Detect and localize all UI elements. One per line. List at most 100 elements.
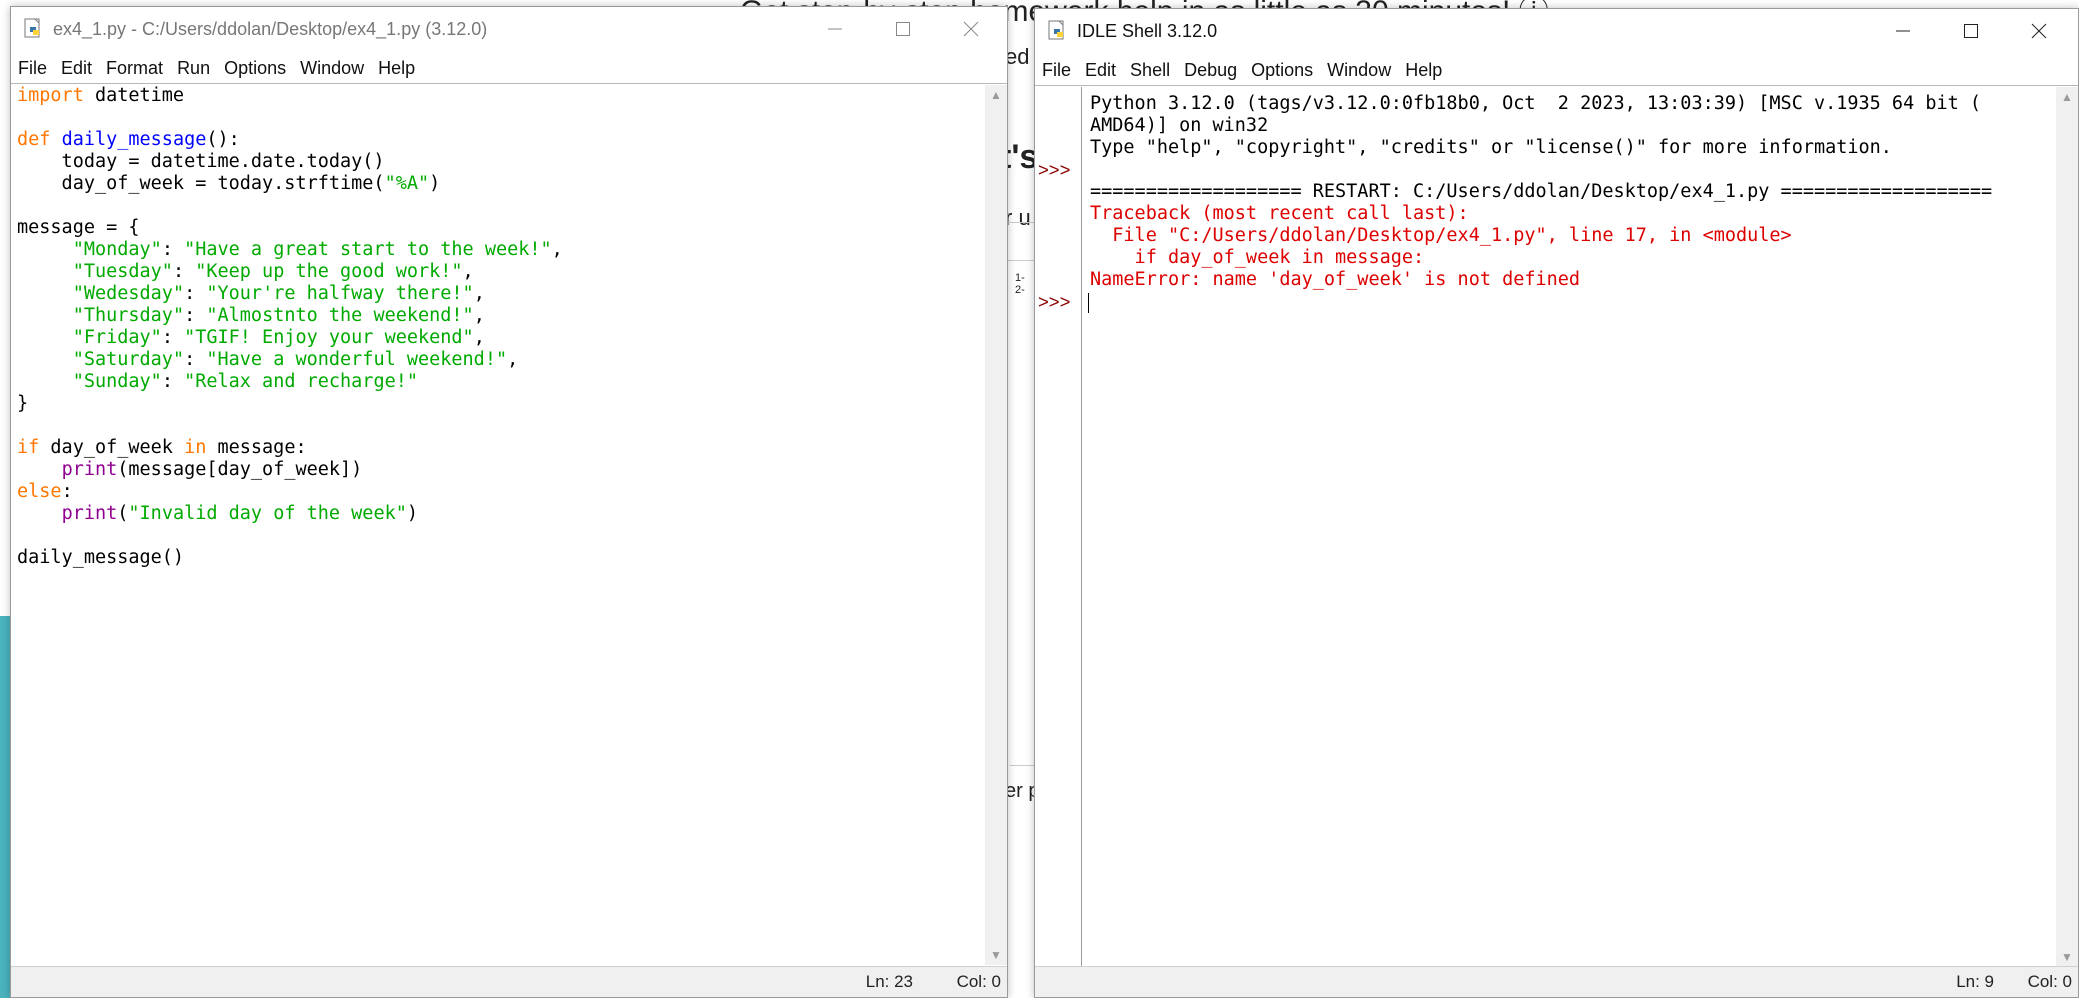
python-file-icon (23, 18, 45, 40)
code-token: : (161, 327, 185, 348)
code-token: message = { (17, 217, 140, 238)
editor-menubar: File Edit Format Run Options Window Help (11, 53, 1007, 83)
shell-window: IDLE Shell 3.12.0 File Edit Shell Debug Opti… (1034, 8, 2079, 998)
code-token: message: (206, 437, 307, 458)
code-token: in (184, 437, 207, 458)
code-token: "%A" (384, 173, 430, 194)
maximize-button[interactable] (1937, 9, 2005, 53)
code-token: : (161, 371, 185, 392)
scroll-down-icon[interactable]: ▼ (2056, 947, 2078, 967)
close-button[interactable] (2005, 9, 2073, 53)
code-token: else (17, 481, 62, 502)
code-token: "Wedesday" (72, 283, 185, 304)
close-icon (963, 21, 979, 37)
code-line: else: (17, 481, 73, 503)
code-token: , (507, 349, 519, 370)
menubar-divider (11, 83, 1007, 84)
code-line: "Tuesday": "Keep up the good work!", (17, 261, 474, 283)
code-token: , (473, 327, 485, 348)
menu-window[interactable]: Window (1320, 60, 1398, 81)
scroll-up-icon[interactable]: ▲ (985, 85, 1007, 105)
code-token: "Invalid day of the week" (128, 503, 407, 524)
column-number: Col: 0 (956, 972, 1001, 991)
close-button[interactable] (937, 7, 1005, 51)
editor-window-title: ex4_1.py - C:/Users/ddolan/Desktop/ex4_1… (53, 18, 488, 39)
background-fragment: 1- 2- (1015, 272, 1025, 296)
code-token: (): (206, 129, 240, 150)
menu-options[interactable]: Options (1244, 60, 1320, 81)
code-token: , (473, 283, 485, 304)
shell-output[interactable]: Python 3.12.0 (tags/v3.12.0:0fb18b0, Oct… (1086, 87, 2052, 963)
shell-statusbar: Ln: 9 Col: 0 (1035, 966, 2078, 997)
code-token: "TGIF! Enjoy your weekend" (184, 327, 474, 348)
minimize-button[interactable] (801, 7, 869, 51)
code-line: daily_message() (17, 547, 184, 569)
shell-prompt: >>> (1038, 291, 1071, 312)
code-token: : (184, 305, 207, 326)
menu-options[interactable]: Options (217, 58, 293, 79)
menu-shell[interactable]: Shell (1123, 60, 1177, 81)
code-token: ) (406, 503, 418, 524)
menu-debug[interactable]: Debug (1177, 60, 1244, 81)
code-line: "Saturday": "Have a wonderful weekend!", (17, 349, 519, 371)
text-cursor (1088, 293, 1089, 313)
error-line: NameError: name 'day_of_week' is not def… (1090, 269, 1581, 290)
code-token: "Your're halfway there!" (206, 283, 474, 304)
shell-menubar: File Edit Shell Debug Options Window Help (1035, 55, 2078, 85)
code-token: : (184, 283, 207, 304)
line-number: Ln: 9 (1956, 972, 1994, 991)
code-token: (message[day_of_week]) (117, 459, 363, 480)
editor-statusbar: Ln: 23 Col: 0 (11, 966, 1007, 997)
close-icon (2031, 23, 2047, 39)
error-line: File "C:/Users/ddolan/Desktop/ex4_1.py",… (1090, 225, 1792, 246)
minimize-button[interactable] (1869, 9, 1937, 53)
code-token: "Sunday" (72, 371, 162, 392)
scroll-up-icon[interactable]: ▲ (2056, 87, 2078, 107)
menu-help[interactable]: Help (1398, 60, 1449, 81)
menu-help[interactable]: Help (371, 58, 422, 79)
code-line: message = { (17, 217, 140, 239)
background-fragment: ed (1005, 44, 1030, 69)
code-token: "Saturday" (72, 349, 185, 370)
code-token: if (17, 437, 40, 458)
code-token: "Tuesday" (72, 261, 173, 282)
code-token: ) (429, 173, 441, 194)
code-line: "Thursday": "Almostnto the weekend!", (17, 305, 485, 327)
code-line: "Sunday": "Relax and recharge!" (17, 371, 418, 393)
output-line: =================== RESTART: C:/Users/dd… (1090, 181, 1993, 202)
code-line: print(message[day_of_week]) (17, 459, 363, 481)
code-token: datetime (83, 85, 185, 106)
code-line: import datetime (17, 85, 184, 107)
menu-file[interactable]: File (11, 58, 54, 79)
menu-run[interactable]: Run (170, 58, 217, 79)
shell-window-title: IDLE Shell 3.12.0 (1077, 20, 1218, 41)
menu-window[interactable]: Window (293, 58, 371, 79)
menu-edit[interactable]: Edit (54, 58, 99, 79)
scroll-down-icon[interactable]: ▼ (985, 945, 1007, 965)
menu-file[interactable]: File (1035, 60, 1078, 81)
code-token: "Monday" (72, 239, 162, 260)
code-token: "Have a great start to the week!" (184, 239, 552, 260)
menu-format[interactable]: Format (99, 58, 170, 79)
code-token: "Relax and recharge!" (184, 371, 418, 392)
code-token: def (17, 129, 51, 150)
maximize-button[interactable] (869, 7, 937, 51)
code-token: day_of_week (39, 437, 185, 458)
shell-scrollbar[interactable]: ▲ ▼ (2056, 87, 2078, 967)
code-token: daily_message (61, 129, 207, 150)
code-token: daily_message() (17, 547, 185, 568)
code-editor[interactable]: import datetime def daily_message(): toda… (17, 85, 977, 961)
output-line: Python 3.12.0 (tags/v3.12.0:0fb18b0, Oct… (1090, 93, 1982, 114)
menu-edit[interactable]: Edit (1078, 60, 1123, 81)
output-line: Type "help", "copyright", "credits" or "… (1090, 137, 1892, 158)
code-token: "Keep up the good work!" (195, 261, 463, 282)
editor-scrollbar[interactable]: ▲ ▼ (985, 85, 1007, 965)
